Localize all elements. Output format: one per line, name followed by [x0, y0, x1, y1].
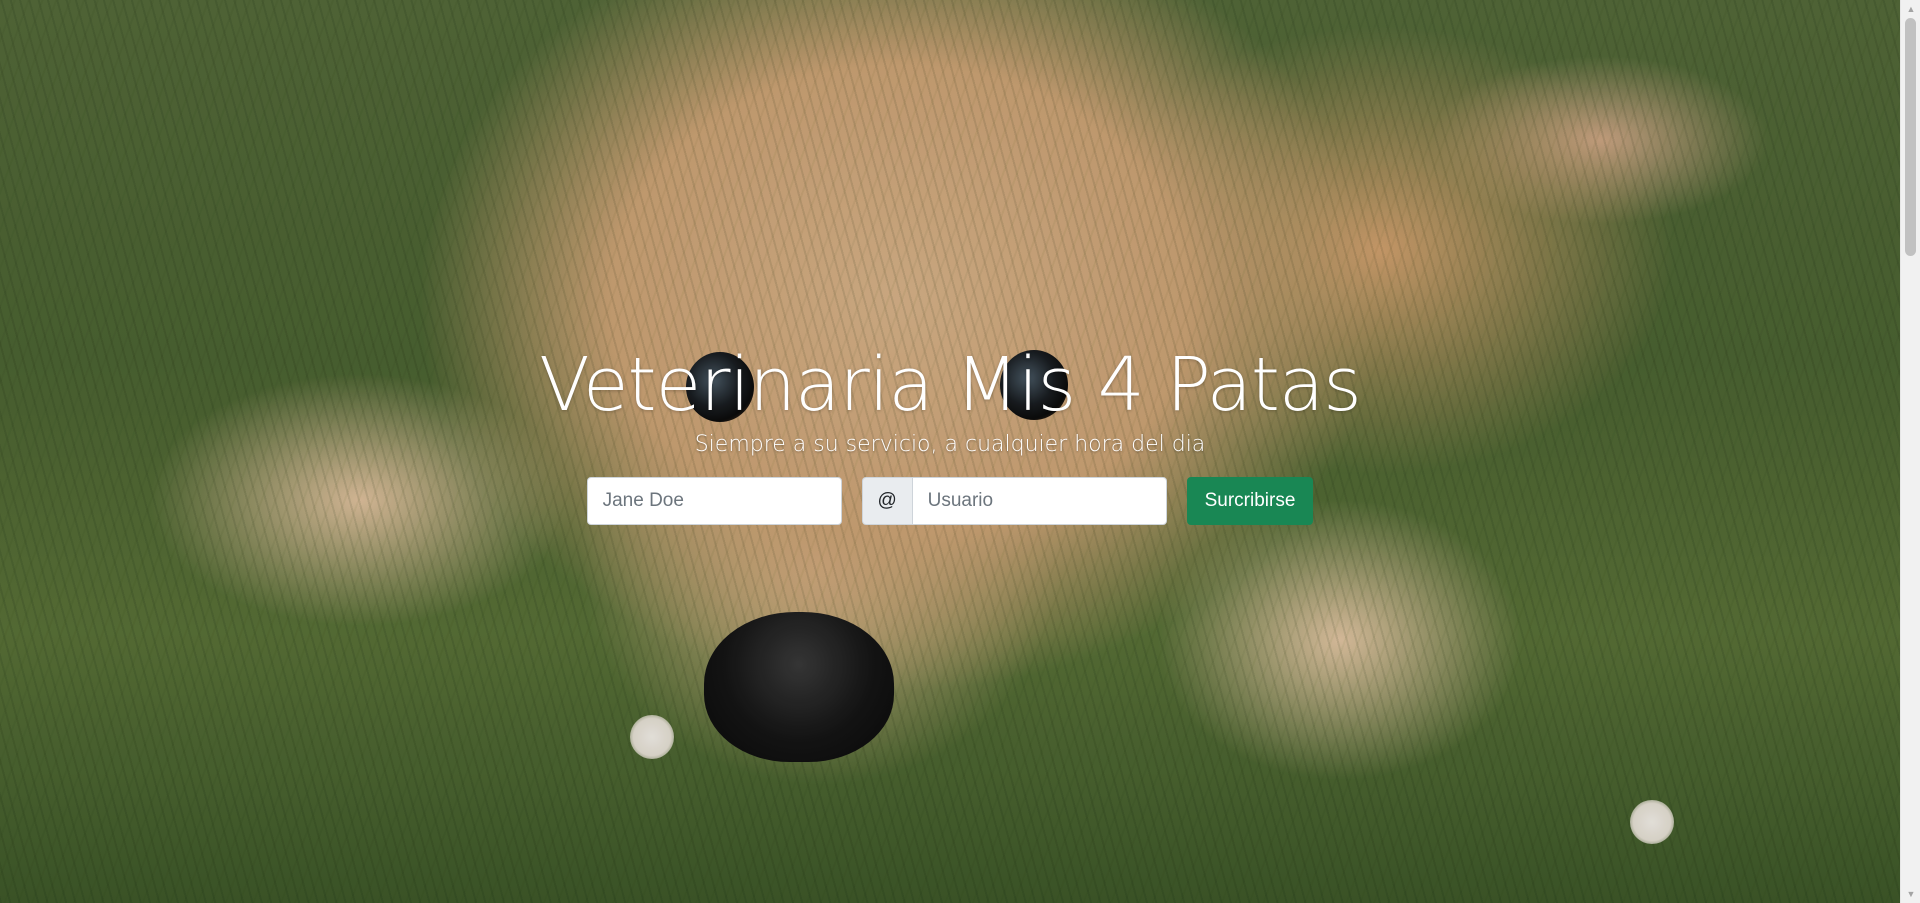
name-input[interactable]	[586, 477, 842, 526]
username-input-group: @	[861, 477, 1167, 526]
page: Veterinaria Mis 4 Patas Siempre a su ser…	[0, 0, 1920, 903]
scrollbar-thumb[interactable]	[1905, 18, 1916, 256]
subscribe-form: @ Surcribirse	[0, 477, 1900, 526]
username-input[interactable]	[911, 477, 1167, 526]
page-subtitle: Siempre a su servicio, a cualquier hora …	[694, 432, 1206, 458]
subscribe-button[interactable]: Surcribirse	[1186, 477, 1314, 526]
page-title: Veterinaria Mis 4 Patas	[539, 342, 1362, 428]
at-sign-addon: @	[861, 477, 912, 526]
chevron-up-icon[interactable]: ▲	[1901, 0, 1920, 18]
vertical-scrollbar[interactable]: ▲ ▼	[1900, 0, 1920, 903]
hero-content: Veterinaria Mis 4 Patas Siempre a su ser…	[0, 342, 1900, 526]
chevron-down-icon[interactable]: ▼	[1901, 885, 1920, 903]
